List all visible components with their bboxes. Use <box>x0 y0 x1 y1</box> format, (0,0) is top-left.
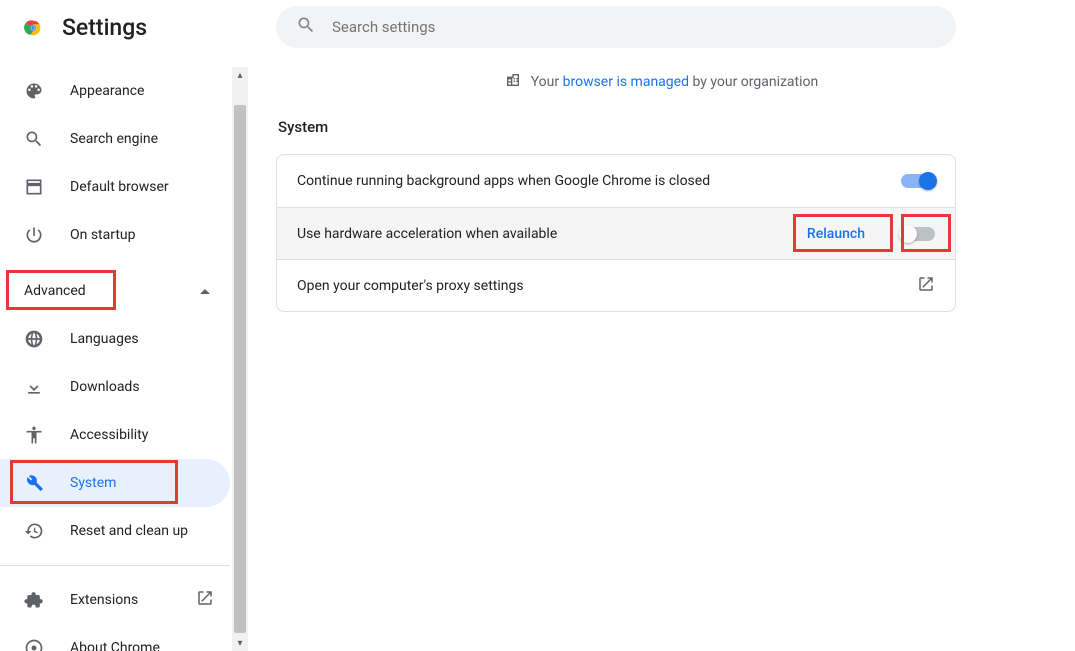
scroll-up-icon[interactable]: ▴ <box>232 67 248 83</box>
open-in-new-icon <box>917 275 935 297</box>
sidebar-item-label: Appearance <box>70 83 144 99</box>
download-icon <box>24 377 44 397</box>
sidebar-item-label: System <box>70 475 116 491</box>
search-bar[interactable] <box>276 6 956 48</box>
managed-text: Your browser is managed by your organiza… <box>531 74 819 90</box>
sidebar-item-default-browser[interactable]: Default browser <box>0 163 230 211</box>
extension-icon <box>24 590 44 610</box>
restore-icon <box>24 521 44 541</box>
sidebar-item-on-startup[interactable]: On startup <box>0 211 230 259</box>
search-icon <box>296 15 316 39</box>
scroll-down-icon[interactable]: ▾ <box>232 635 248 651</box>
search-input[interactable] <box>330 17 936 37</box>
sidebar-item-about-chrome[interactable]: About Chrome <box>0 624 230 651</box>
wrench-icon <box>24 473 44 493</box>
chrome-icon <box>24 638 44 651</box>
sidebar-item-label: Accessibility <box>70 427 148 443</box>
managed-link[interactable]: browser is managed <box>563 74 689 90</box>
power-icon <box>24 225 44 245</box>
sidebar-item-accessibility[interactable]: Accessibility <box>0 411 230 459</box>
sidebar-scrollbar[interactable]: ▴ ▾ <box>232 67 248 651</box>
palette-icon <box>24 81 44 101</box>
sidebar-item-search-engine[interactable]: Search engine <box>0 115 230 163</box>
building-icon <box>505 72 521 92</box>
sidebar-item-downloads[interactable]: Downloads <box>0 363 230 411</box>
sidebar: Settings Appearance Search engine Defaul… <box>0 0 248 651</box>
sidebar-item-reset[interactable]: Reset and clean up <box>0 507 230 555</box>
sidebar-header: Settings <box>0 0 248 67</box>
setting-row-background-apps[interactable]: Continue running background apps when Go… <box>277 155 955 207</box>
setting-label: Continue running background apps when Go… <box>297 173 901 189</box>
sidebar-divider <box>0 565 230 566</box>
sidebar-item-extensions[interactable]: Extensions <box>0 576 230 624</box>
toggle-background-apps[interactable] <box>901 174 935 188</box>
setting-label: Use hardware acceleration when available <box>297 226 797 242</box>
sidebar-item-label: Default browser <box>70 179 169 195</box>
section-title: System <box>278 118 1047 136</box>
sidebar-item-label: On startup <box>70 227 136 243</box>
page-title: Settings <box>62 14 147 41</box>
advanced-label: Advanced <box>24 283 86 299</box>
sidebar-item-appearance[interactable]: Appearance <box>0 67 230 115</box>
sidebar-menu: Appearance Search engine Default browser… <box>0 67 248 651</box>
sidebar-item-label: Downloads <box>70 379 140 395</box>
toggle-hardware-accel[interactable] <box>901 227 935 241</box>
setting-label: Open your computer's proxy settings <box>297 278 917 294</box>
main-content: Your browser is managed by your organiza… <box>248 0 1075 651</box>
sidebar-item-label: Extensions <box>70 592 138 608</box>
sidebar-item-label: Search engine <box>70 131 158 147</box>
chevron-up-icon <box>200 289 210 294</box>
window-icon <box>24 177 44 197</box>
sidebar-item-label: About Chrome <box>70 640 160 651</box>
search-icon <box>24 129 44 149</box>
chrome-logo-icon <box>22 17 44 39</box>
sidebar-item-label: Languages <box>70 331 139 347</box>
open-in-new-icon <box>196 589 214 611</box>
relaunch-button[interactable]: Relaunch <box>797 220 875 248</box>
accessibility-icon <box>24 425 44 445</box>
sidebar-item-system[interactable]: System <box>0 459 230 507</box>
sidebar-advanced-toggle[interactable]: Advanced <box>0 267 230 315</box>
setting-row-hardware-accel[interactable]: Use hardware acceleration when available… <box>277 207 955 259</box>
scroll-thumb[interactable] <box>234 105 246 633</box>
managed-banner: Your browser is managed by your organiza… <box>276 48 1047 112</box>
setting-row-proxy[interactable]: Open your computer's proxy settings <box>277 259 955 311</box>
system-card: Continue running background apps when Go… <box>276 154 956 312</box>
globe-icon <box>24 329 44 349</box>
sidebar-item-languages[interactable]: Languages <box>0 315 230 363</box>
sidebar-item-label: Reset and clean up <box>70 523 188 539</box>
